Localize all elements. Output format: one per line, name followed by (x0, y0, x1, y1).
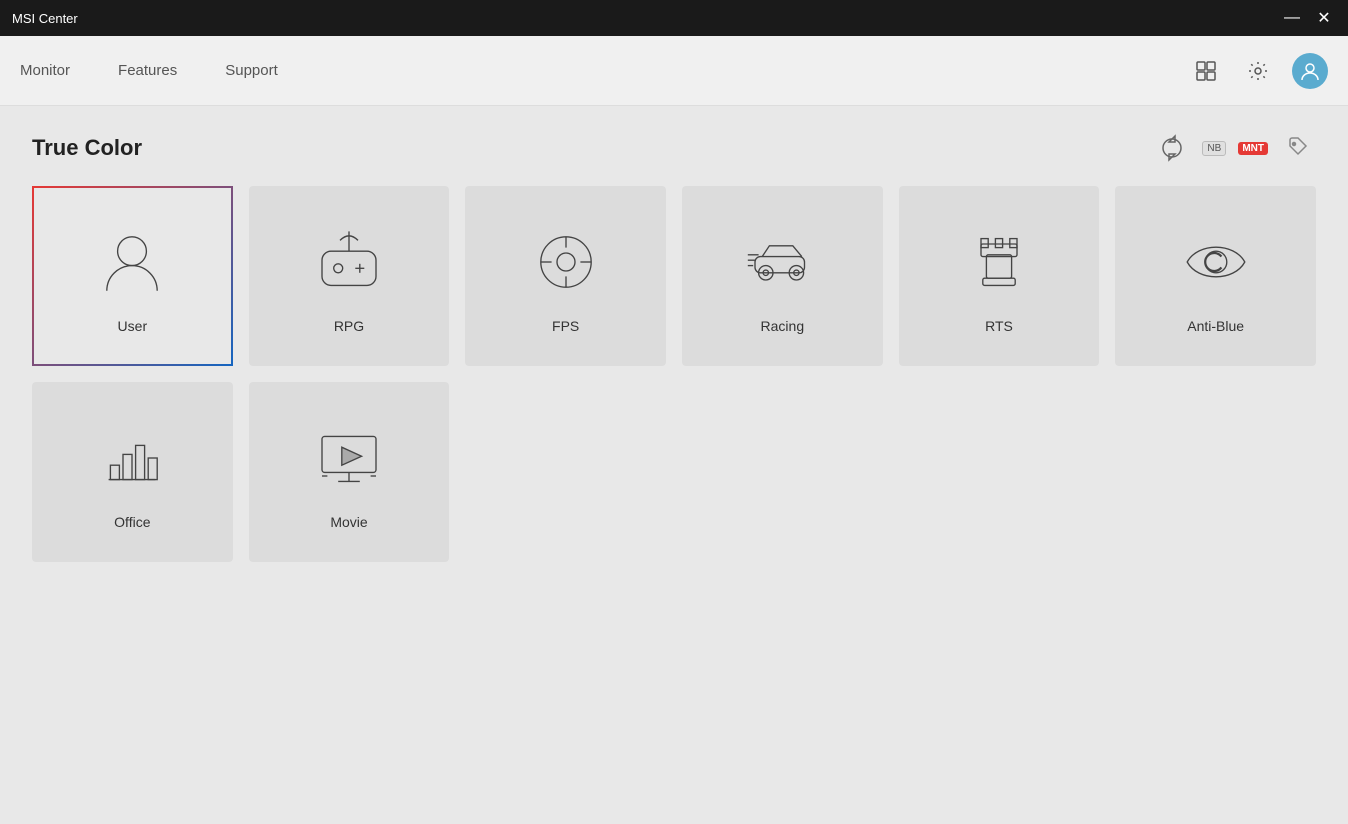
tab-features[interactable]: Features (118, 54, 177, 87)
grid-icon-button[interactable] (1188, 53, 1224, 89)
fps-icon (526, 222, 606, 302)
card-movie[interactable]: Movie (249, 382, 450, 562)
section-title: True Color (32, 135, 142, 161)
sync-icon-button[interactable] (1154, 130, 1190, 166)
card-anti-blue[interactable]: Anti-Blue (1115, 186, 1316, 366)
avatar-icon (1299, 60, 1321, 82)
card-fps[interactable]: FPS (465, 186, 666, 366)
title-bar-controls: — ✕ (1280, 6, 1336, 30)
card-rpg[interactable]: RPG (249, 186, 450, 366)
card-rts[interactable]: RTS (899, 186, 1100, 366)
avatar[interactable] (1292, 53, 1328, 89)
minimize-button[interactable]: — (1280, 6, 1304, 30)
card-user[interactable]: User (32, 186, 233, 366)
cards-row1: User RPG (32, 186, 1316, 366)
nb-label: NB (1202, 141, 1226, 156)
rts-icon (959, 222, 1039, 302)
card-office-label: Office (114, 514, 150, 530)
office-icon (92, 418, 172, 498)
tag-icon (1286, 136, 1310, 160)
nav-bar: Monitor Features Support (0, 36, 1348, 106)
rpg-icon (309, 222, 389, 302)
close-button[interactable]: ✕ (1312, 6, 1336, 30)
grid-icon (1195, 60, 1217, 82)
mnt-badge: MNT (1238, 142, 1268, 155)
tag-icon-button[interactable] (1280, 130, 1316, 166)
card-movie-label: Movie (330, 514, 367, 530)
card-user-label: User (118, 318, 148, 334)
tab-monitor[interactable]: Monitor (20, 54, 70, 87)
nb-badge: NB (1202, 141, 1226, 156)
movie-icon (309, 418, 389, 498)
app-title: MSI Center (12, 11, 78, 26)
card-anti-blue-label: Anti-Blue (1187, 318, 1244, 334)
settings-icon (1247, 60, 1269, 82)
tab-support[interactable]: Support (225, 54, 278, 87)
card-office[interactable]: Office (32, 382, 233, 562)
title-bar-left: MSI Center (12, 11, 78, 26)
nav-tabs: Monitor Features Support (20, 54, 278, 87)
racing-icon (742, 222, 822, 302)
section-header: True Color NB MNT (32, 130, 1316, 166)
card-racing[interactable]: Racing (682, 186, 883, 366)
user-icon (92, 222, 172, 302)
card-racing-label: Racing (761, 318, 805, 334)
card-rts-label: RTS (985, 318, 1013, 334)
settings-icon-button[interactable] (1240, 53, 1276, 89)
header-icons: NB MNT (1154, 130, 1316, 166)
anti-blue-icon (1176, 222, 1256, 302)
nav-right (1188, 53, 1328, 89)
card-fps-label: FPS (552, 318, 579, 334)
card-rpg-label: RPG (334, 318, 364, 334)
sync-icon (1158, 134, 1186, 162)
mnt-label: MNT (1238, 142, 1268, 155)
cards-row2: Office Movie (32, 382, 1316, 562)
title-bar: MSI Center — ✕ (0, 0, 1348, 36)
main-content: True Color NB MNT (0, 106, 1348, 824)
